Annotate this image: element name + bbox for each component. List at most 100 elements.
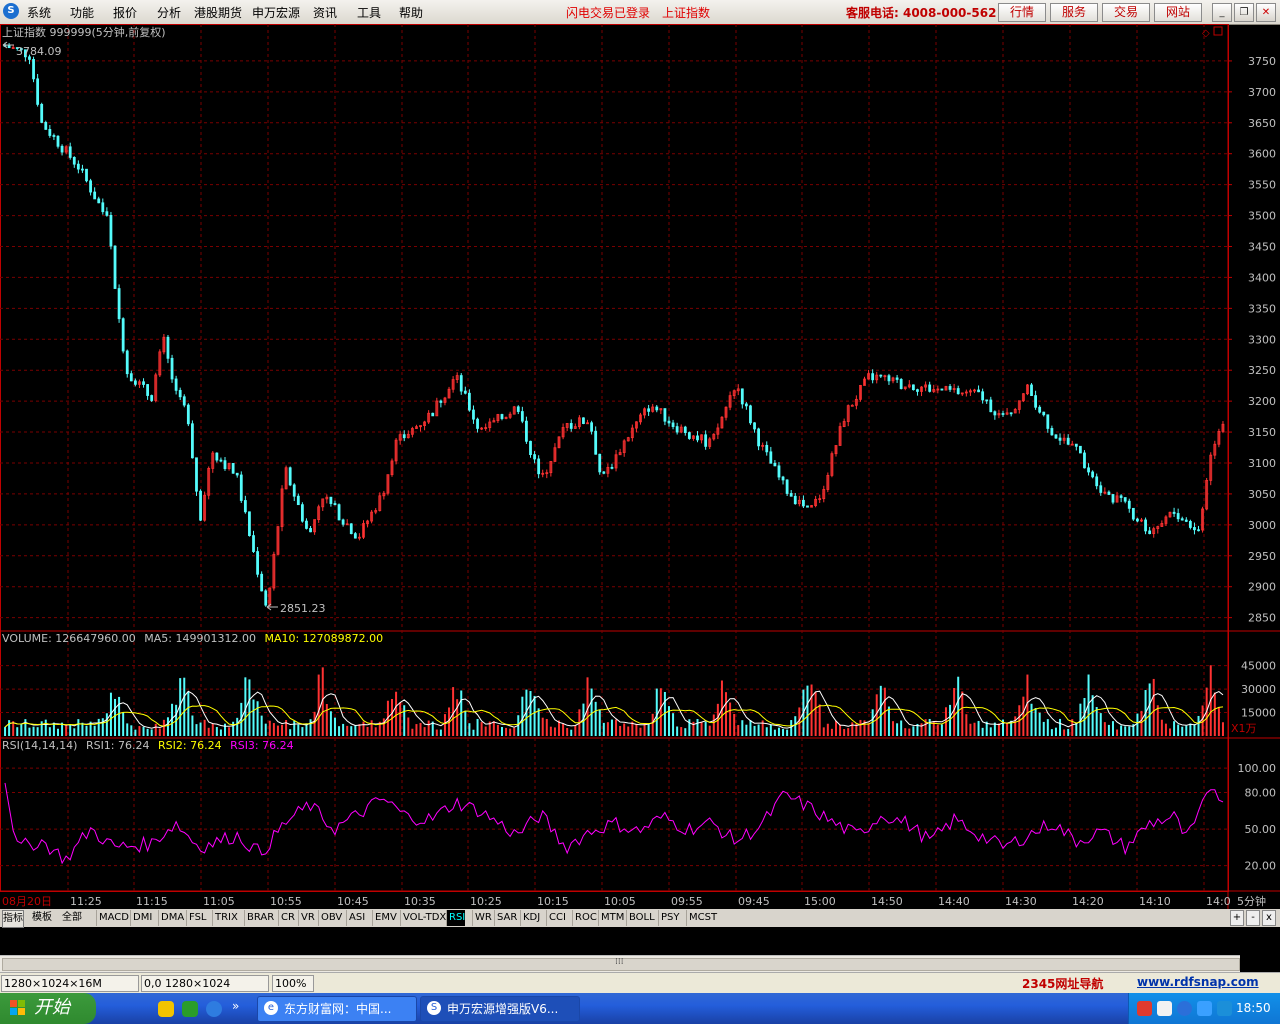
menu-item-8[interactable]: 帮助 [399,4,423,21]
nav-2345-link[interactable]: 2345网址导航 [1022,975,1103,992]
tab-fsl[interactable]: FSL [186,910,207,926]
tab-obv[interactable]: OBV [318,910,342,926]
rsi-tick-label: 100.00 [1238,762,1277,775]
candle-body [288,467,292,486]
time-axis-label: 10:15 [537,895,569,908]
tab-roc[interactable]: ROC [572,910,597,926]
candle-body [956,388,960,395]
network-icon[interactable] [1177,1001,1192,1016]
tab-cci[interactable]: CCI [546,910,566,926]
price-tick-label: 3250 [1248,364,1276,377]
tab-vr[interactable]: VR [298,910,315,926]
candle-body [142,381,145,385]
candle-body [133,380,137,385]
candle-body [68,146,72,158]
security-shield-icon[interactable] [1217,1001,1232,1016]
candle-body [170,357,174,380]
tab-boll[interactable]: BOLL [626,910,655,926]
tab-vol-tdx[interactable]: VOL-TDX [400,910,446,926]
quicklaunch-more-icon[interactable]: » [232,999,239,1013]
tab-asi[interactable]: ASI [346,910,365,926]
candle-body [1054,434,1058,439]
time-axis-label: 14:50 [871,895,903,908]
period-label[interactable]: 5分钟 [1237,894,1266,908]
horizontal-scrollbar[interactable]: ⁞⁞⁞ [0,955,1240,972]
volume-ma5-legend: MA5: 149901312.00 [144,632,256,645]
tab-psy[interactable]: PSY [658,910,680,926]
current-index[interactable]: 上证指数 [662,4,710,21]
task-swhy[interactable]: S 申万宏源增强版V6... [420,996,580,1022]
start-button[interactable]: 开始 [0,993,96,1024]
menu-bar: S 系统 功能 报价 分析 港股期货 申万宏源 资讯 工具 帮助 闪电交易已登录 上证指数 客服… [0,0,1280,25]
tab-macd[interactable]: MACD [96,910,129,926]
tab-kdj[interactable]: KDJ [520,910,540,926]
menu-item-6[interactable]: 资讯 [313,4,337,21]
tab-cr[interactable]: CR [278,910,295,926]
tab-wr[interactable]: WR [472,910,492,926]
candle-body [109,214,113,247]
tab-dma[interactable]: DMA [158,910,184,926]
menu-item-5[interactable]: 申万宏源 [252,4,300,21]
website-button[interactable]: 网站 [1154,3,1202,22]
menu-item-2[interactable]: 报价 [113,4,137,21]
antivirus-icon[interactable] [1197,1001,1212,1016]
menu-item-0[interactable]: 系统 [27,4,51,21]
candle-body [150,395,154,401]
zoom-out-button[interactable]: - [1246,910,1260,926]
rdfsnap-link[interactable]: www.rdfsnap.com [1137,975,1259,989]
tray-app-icon[interactable] [1157,1001,1172,1016]
candle-body [459,375,463,392]
app-logo-icon[interactable]: S [3,3,19,19]
candle-body [1038,406,1042,413]
candle-body [195,457,198,492]
low-price-label: 2851.23 [280,602,326,615]
tab-mcst[interactable]: MCST [686,910,717,926]
input-method-icon[interactable] [1137,1001,1152,1016]
tab-brar[interactable]: BRAR [244,910,274,926]
candle-body [121,318,125,352]
tab-dmi[interactable]: DMI [130,910,152,926]
tab-mtm[interactable]: MTM [598,910,624,926]
panel-close-button[interactable]: x [1262,910,1276,926]
quicklaunch-app-icon[interactable] [158,1001,174,1017]
candle-body [871,373,875,381]
time-axis-label: 10:35 [404,895,436,908]
time-axis-label: 11:15 [136,895,168,908]
candle-body [199,490,202,521]
candle-body [113,245,117,289]
tab-模板[interactable]: 模板 [32,910,52,926]
quicklaunch-browser-icon[interactable] [182,1001,198,1017]
tab-指标[interactable]: 指标 [2,910,24,928]
task-eastmoney[interactable]: e 东方财富网：中国... [257,996,417,1022]
service-button[interactable]: 服务 [1050,3,1098,22]
time-axis-label: 09:45 [738,895,770,908]
candle-body [704,434,708,447]
minimize-button[interactable]: _ [1212,3,1232,22]
close-button[interactable]: ✕ [1256,3,1276,22]
menu-item-3[interactable]: 分析 [157,4,181,21]
trade-button[interactable]: 交易 [1102,3,1150,22]
menu-item-1[interactable]: 功能 [70,4,94,21]
quotes-button[interactable]: 行情 [998,3,1046,22]
quicklaunch-ie-icon[interactable] [206,1001,222,1017]
candle-body [166,336,170,359]
candle-body [1131,507,1135,520]
candle-body [537,458,541,475]
rsi-tick-label: 80.00 [1245,787,1277,800]
zoom-in-button[interactable]: + [1230,910,1244,926]
price-tick-label: 3500 [1248,210,1276,223]
chart-corner-icons[interactable]: ◇ [1202,26,1223,39]
menu-item-7[interactable]: 工具 [357,4,381,21]
tab-全部[interactable]: 全部 [62,910,82,926]
menu-item-4[interactable]: 港股期货 [194,4,242,21]
scrollbar-thumb[interactable]: ⁞⁞⁞ [2,957,1240,971]
kline-chart[interactable]: 3750 3700 3650 3600 3550 3500 3450 3400 3350 3300… [0,24,1280,909]
price-tick-label: 3000 [1248,519,1276,532]
tab-trix[interactable]: TRIX [212,910,238,926]
tab-sar[interactable]: SAR [494,910,517,926]
tab-rsi[interactable]: RSI [446,910,466,926]
tab-emv[interactable]: EMV [372,910,397,926]
candle-body [1119,495,1123,498]
restore-button[interactable]: ❐ [1234,3,1254,22]
candle-body [256,551,259,575]
